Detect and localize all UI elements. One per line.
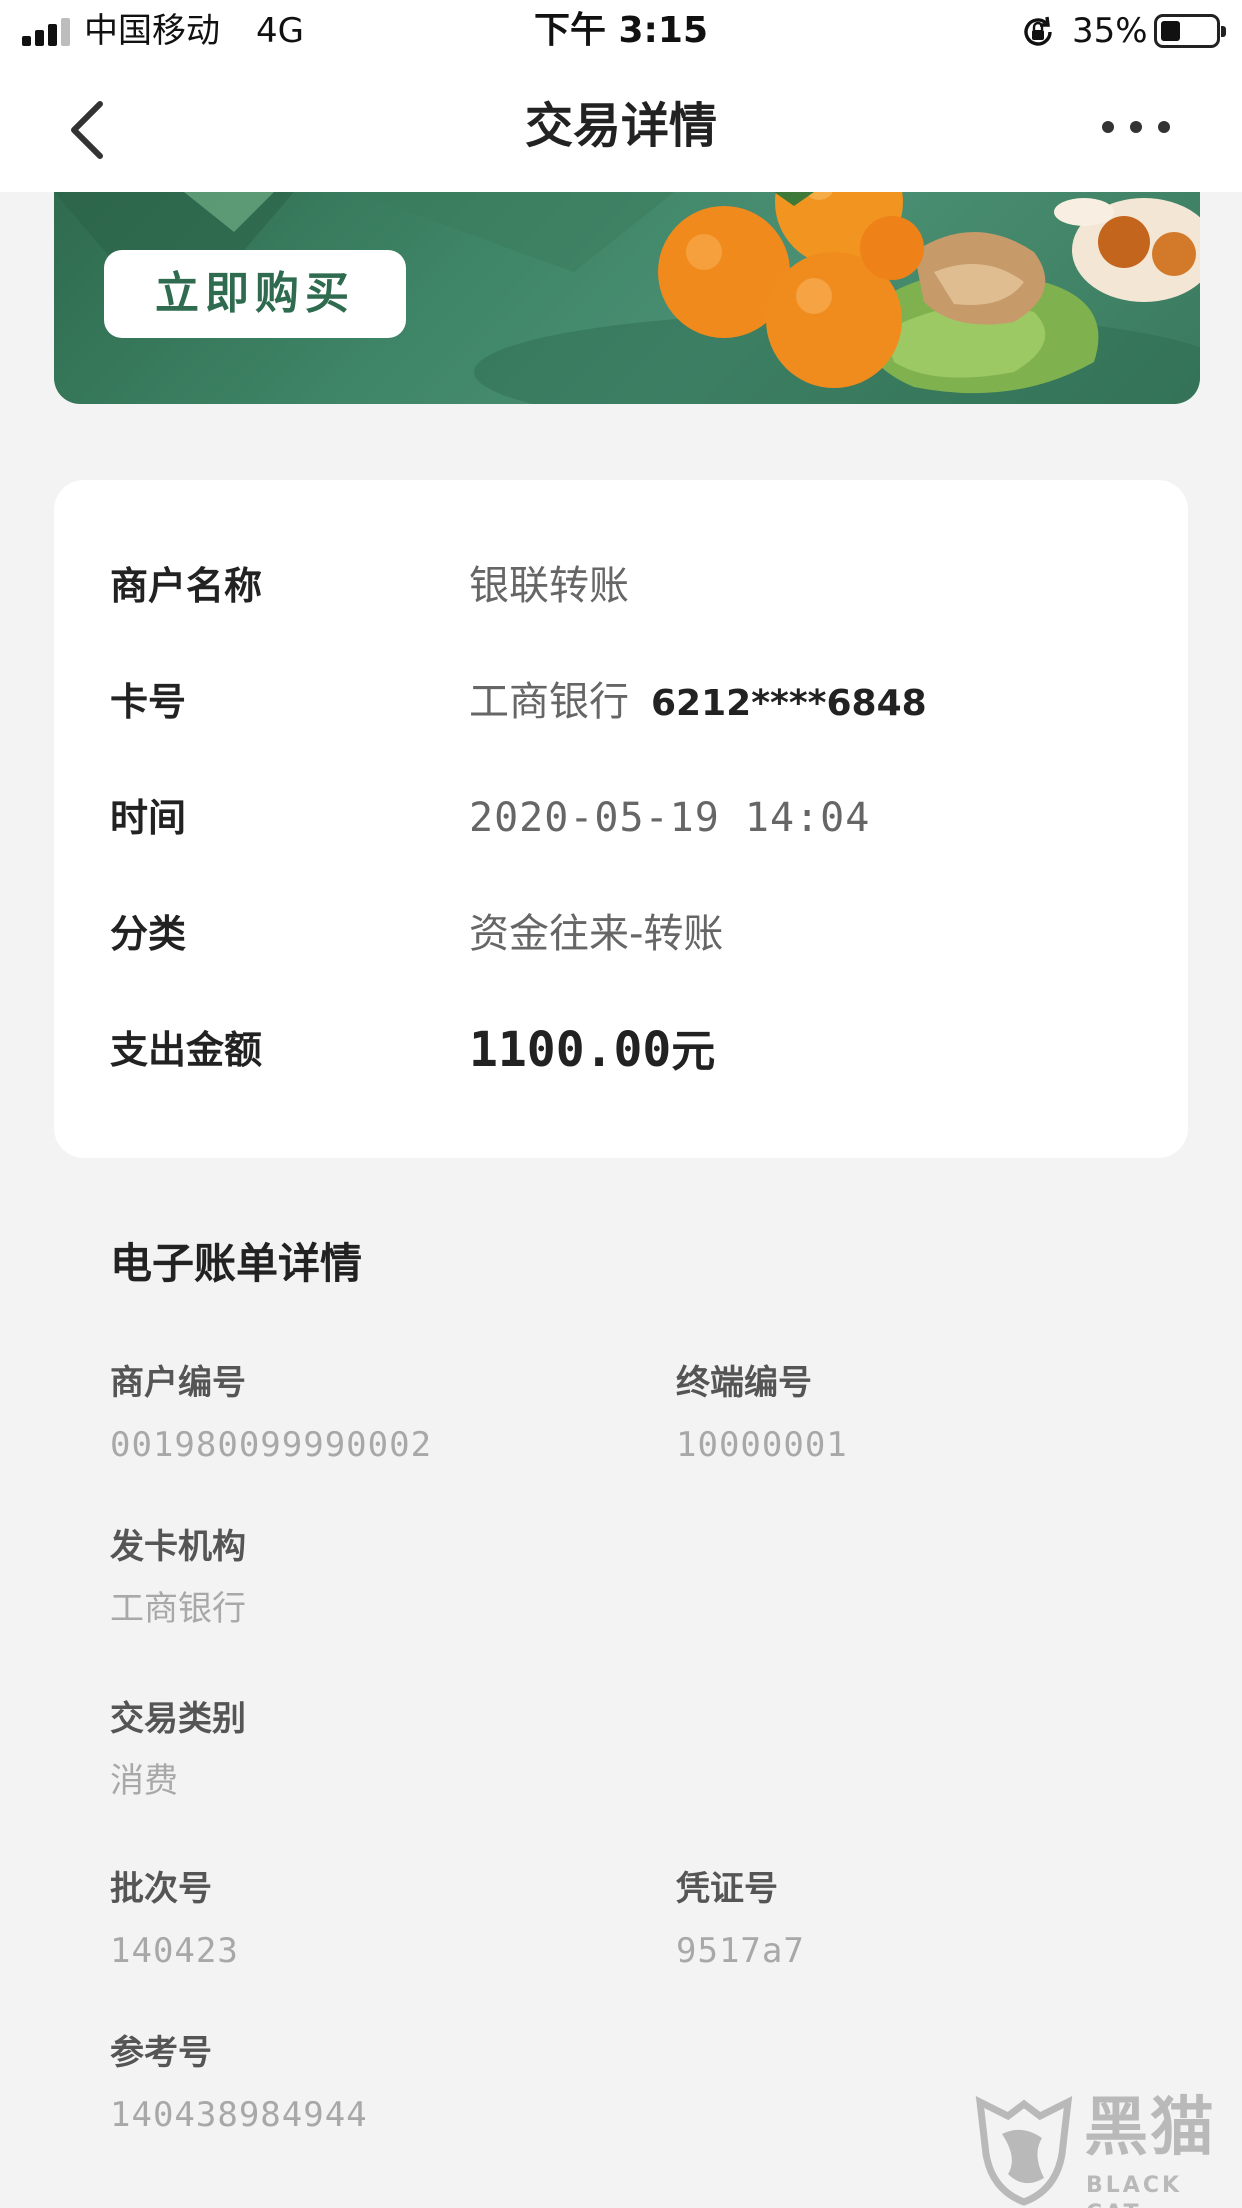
field-value: 工商银行 [110, 1589, 246, 1629]
detail-row-card: 卡号 工商银行 6212****6848 [54, 672, 1188, 732]
cat-shield-icon [975, 2095, 1073, 2206]
expense-amount: 1100.00元 [469, 1020, 715, 1083]
field-label: 发卡机构 [110, 1527, 246, 1567]
transaction-time: 2020-05-19 14:04 [469, 795, 871, 841]
ebill-field-reference-no: 参考号 140438984944 [110, 2028, 630, 2140]
field-label: 参考号 [110, 2033, 212, 2073]
field-label: 终端编号 [676, 1363, 812, 1403]
transaction-category: 资金往来-转账 [469, 911, 724, 957]
card-number: 6212****6848 [651, 683, 927, 724]
field-value: 140438984944 [110, 2095, 368, 2135]
detail-label: 卡号 [110, 680, 187, 724]
watermark-text: 黑猫 [1084, 2091, 1216, 2165]
field-label: 凭证号 [676, 1869, 778, 1909]
more-dots-icon[interactable] [1096, 112, 1176, 142]
bank-name: 工商银行 [469, 679, 629, 725]
ebill-field-batch-no: 批次号 140423 [110, 1864, 630, 1976]
rotation-lock-icon [1024, 16, 1052, 46]
watermark-subtext: BLACK CAT [1086, 2173, 1183, 2208]
ebill-field-merchant-id: 商户编号 001980099990002 [110, 1358, 630, 1470]
promo-banner[interactable]: 立即购买 [54, 192, 1200, 404]
ebill-field-terminal-id: 终端编号 10000001 [676, 1358, 1196, 1470]
detail-label: 商户名称 [110, 564, 263, 608]
detail-row-merchant: 商户名称 银联转账 [54, 556, 1188, 616]
field-label: 交易类别 [110, 1699, 246, 1739]
field-label: 批次号 [110, 1869, 212, 1909]
ebill-section-title: 电子账单详情 [110, 1239, 363, 1288]
buy-now-button[interactable]: 立即购买 [104, 250, 406, 338]
battery-percent: 35% [1072, 11, 1148, 51]
detail-label: 分类 [110, 912, 187, 956]
status-bar: 中国移动 4G 下午 3:15 35% [0, 0, 1242, 62]
field-value: 10000001 [676, 1425, 848, 1465]
ebill-field-transaction-type: 交易类别 消费 [110, 1694, 630, 1806]
detail-label: 时间 [110, 796, 187, 840]
amount-unit: 元 [671, 1026, 716, 1077]
card-value: 工商银行 6212****6848 [469, 672, 927, 734]
black-cat-watermark: 黑猫 BLACK CAT [968, 2088, 1242, 2208]
detail-row-amount: 支出金额 1100.00元 [54, 1020, 1188, 1080]
merchant-name: 银联转账 [469, 563, 629, 609]
field-value: 140423 [110, 1931, 239, 1971]
amount-number: 1100.00 [469, 1022, 672, 1078]
ebill-field-issuer: 发卡机构 工商银行 [110, 1522, 630, 1634]
field-value: 001980099990002 [110, 1425, 433, 1465]
transaction-detail-card: 商户名称 银联转账 卡号 工商银行 6212****6848 时间 2020-05… [54, 480, 1188, 1158]
ebill-field-voucher-no: 凭证号 9517a7 [676, 1864, 1196, 1976]
battery-icon [1154, 14, 1226, 48]
field-value: 消费 [110, 1761, 178, 1801]
detail-row-category: 分类 资金往来-转账 [54, 904, 1188, 964]
field-label: 商户编号 [110, 1363, 246, 1403]
detail-label: 支出金额 [110, 1028, 263, 1072]
page-title: 交易详情 [524, 98, 717, 154]
detail-row-time: 时间 2020-05-19 14:04 [54, 788, 1188, 848]
field-value: 9517a7 [676, 1931, 805, 1971]
nav-bar: 交易详情 [0, 62, 1242, 192]
